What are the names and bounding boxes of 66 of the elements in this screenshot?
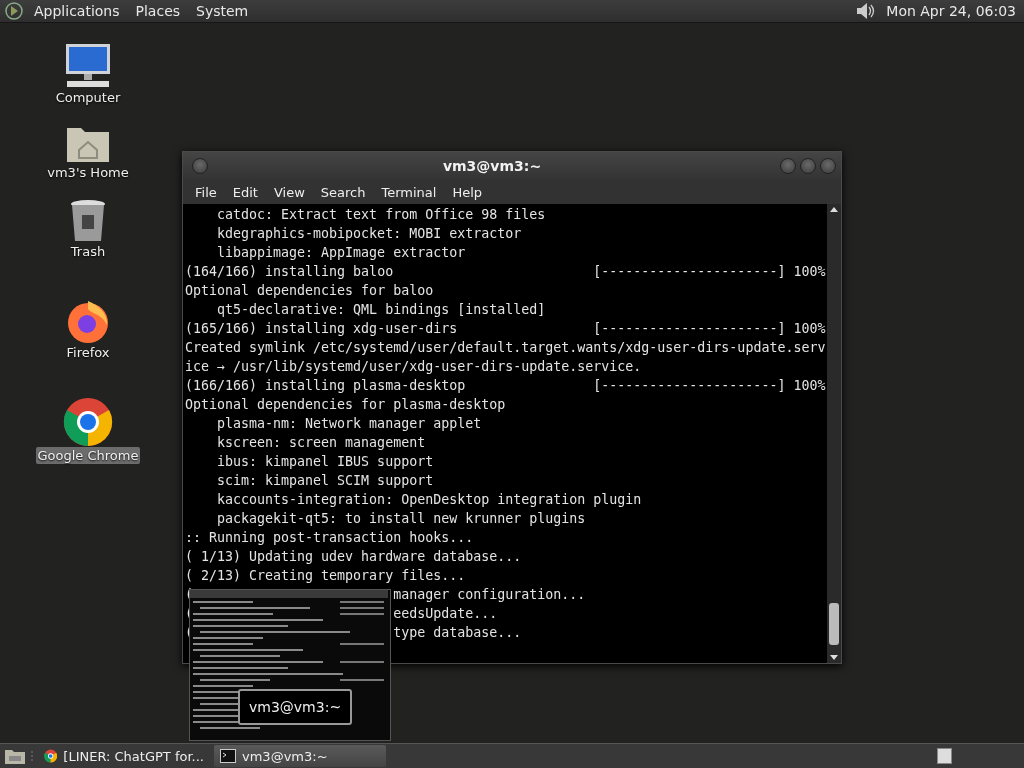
taskbar-task[interactable]: vm3@vm3:~ <box>214 745 386 767</box>
terminal-line: type database... <box>393 624 522 642</box>
terminal-line: kscreen: screen management <box>217 434 426 452</box>
terminal-line: ibus: kimpanel IBUS support <box>217 453 434 471</box>
workspace-switcher[interactable] <box>937 748 952 764</box>
terminal-line: manager configuration... <box>393 586 586 604</box>
progress-text: [----------------------] <box>593 377 786 395</box>
show-desktop-icon[interactable] <box>4 747 26 765</box>
minimize-button[interactable] <box>780 158 796 174</box>
chrome-icon <box>63 397 113 447</box>
terminal-line: Created symlink /etc/systemd/user/default.target.wants/xdg-user-dirs-update.serv <box>185 339 826 357</box>
desktop-icon-label[interactable]: Trash <box>68 243 108 260</box>
terminal-line: catdoc: Extract text from Office 98 files <box>217 206 546 224</box>
menu-item[interactable]: View <box>265 184 313 200</box>
panel-menu[interactable]: System <box>190 3 255 19</box>
terminal-line: (164/166) installing baloo <box>185 264 394 279</box>
close-button[interactable] <box>820 158 836 174</box>
terminal-line: :: Running post-transaction hooks... <box>185 529 474 547</box>
scrollbar[interactable] <box>827 204 841 663</box>
desktop-icon-label[interactable]: Google Chrome <box>35 447 141 464</box>
terminal-line: packagekit-qt5: to install new krunner plugins <box>217 510 586 528</box>
panel-menu[interactable]: Applications <box>28 3 126 19</box>
terminal-line: ( 1/13) Updating udev hardware database... <box>185 548 522 566</box>
menu-item[interactable]: Terminal <box>373 184 445 200</box>
panel-menu[interactable]: Places <box>129 3 187 19</box>
progress-text: [----------------------] <box>593 320 786 338</box>
menu-item[interactable]: Edit <box>224 184 266 200</box>
firefox-icon <box>65 298 111 344</box>
terminal-line: libappimage: AppImage extractor <box>217 244 466 262</box>
taskbar-task[interactable]: [LINER: ChatGPT for... <box>38 745 210 767</box>
preview-title: vm3@vm3:~ <box>238 689 353 725</box>
menu-item[interactable]: Search <box>312 184 374 200</box>
speaker-icon[interactable] <box>854 1 877 21</box>
grip-icon <box>30 749 34 763</box>
monitor-icon <box>63 43 113 89</box>
desktop-icon-label[interactable]: Firefox <box>64 344 112 361</box>
terminal-line: Optional dependencies for baloo <box>185 282 434 300</box>
trash-icon <box>69 199 107 243</box>
terminal-line: kdegraphics-mobipocket: MOBI extractor <box>217 225 522 243</box>
percent-text: 100% <box>793 377 826 395</box>
progress-text: [----------------------] <box>593 263 786 281</box>
terminal-line: Optional dependencies for plasma-desktop <box>185 396 506 414</box>
scroll-thumb[interactable] <box>829 603 839 645</box>
percent-text: 100% <box>793 320 826 338</box>
terminal-line: ( 2/13) Creating temporary files... <box>185 567 466 585</box>
terminal-line: plasma-nm: Network manager applet <box>217 415 482 433</box>
percent-text: 100% <box>793 263 826 281</box>
terminal-line: scim: kimpanel SCIM support <box>217 472 434 490</box>
terminal-line: eedsUpdate... <box>393 605 498 623</box>
menu-item[interactable]: Help <box>444 184 491 200</box>
desktop-icon-label[interactable]: Computer <box>53 89 123 106</box>
maximize-button[interactable] <box>800 158 816 174</box>
terminal-line: (165/166) installing xdg-user-dirs <box>185 321 458 336</box>
menu-logo-icon[interactable] <box>4 1 24 21</box>
window-menu-button[interactable] <box>192 158 208 174</box>
terminal-line: kaccounts-integration: OpenDesktop integration plugin <box>217 491 642 509</box>
terminal-line: ice → /usr/lib/systemd/user/xdg-user-dirs-update.service. <box>185 358 642 376</box>
chrome-icon <box>44 747 58 765</box>
desktop-icon-label[interactable]: vm3's Home <box>45 164 131 181</box>
window-title: vm3@vm3:~ <box>441 158 543 174</box>
window-preview[interactable]: vm3@vm3:~ <box>189 589 391 741</box>
clock[interactable]: Mon Apr 24, 06:03 <box>880 3 1020 19</box>
terminal-line: qt5-declarative: QML bindings [installed] <box>217 301 546 319</box>
terminal-icon <box>220 749 236 763</box>
menu-item[interactable]: File <box>187 184 225 200</box>
terminal-line: (166/166) installing plasma-desktop <box>185 378 466 393</box>
